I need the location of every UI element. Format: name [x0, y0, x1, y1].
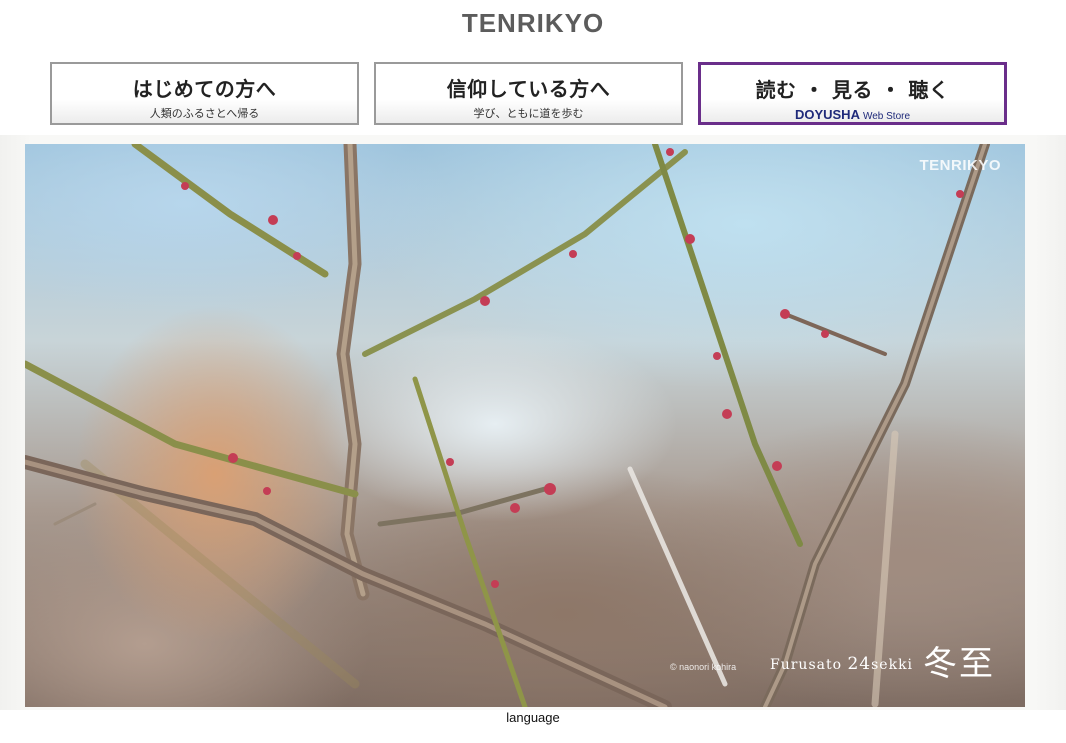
nav-button-subtitle: 学び、ともに道を歩む: [473, 107, 584, 120]
nav-button-believers[interactable]: 信仰している方へ 学び、ともに道を歩む: [374, 62, 683, 125]
nav-button-title: はじめての方へ: [132, 77, 277, 101]
season-title: 冬至: [923, 644, 995, 684]
nav-button-beginners[interactable]: はじめての方へ 人類のふるさとへ帰る: [50, 62, 359, 125]
site-logo[interactable]: TENRIKYO: [0, 8, 1066, 39]
doyusha-brand-logo: DOYUSHA: [794, 107, 860, 122]
hero-watermark: TENRIKYO: [919, 157, 1001, 174]
web-store-label: Web Store: [862, 111, 911, 122]
nav-button-title: 読む ・ 見る ・ 聴く: [755, 78, 950, 102]
series-number: 24: [847, 654, 872, 674]
photo-credit: © naonori kohira: [670, 662, 737, 672]
series-caption: Furusato 24sekki: [770, 654, 913, 674]
nav-button-web-store[interactable]: 読む ・ 見る ・ 聴く DOYUSHA Web Store: [698, 62, 1007, 125]
series-suffix: sekki: [871, 657, 914, 673]
hero-banner-image[interactable]: TENRIKYO © naonori kohira Furusato 24sek…: [25, 144, 1025, 707]
nav-button-title: 信仰している方へ: [446, 77, 611, 101]
language-selector[interactable]: language: [0, 710, 1066, 725]
plum-branches-illustration: [25, 144, 990, 707]
series-label: Furusato: [770, 657, 843, 673]
store-brand-row: DOYUSHA Web Store: [701, 104, 1004, 123]
nav-button-subtitle: 人類のふるさとへ帰る: [149, 107, 260, 120]
